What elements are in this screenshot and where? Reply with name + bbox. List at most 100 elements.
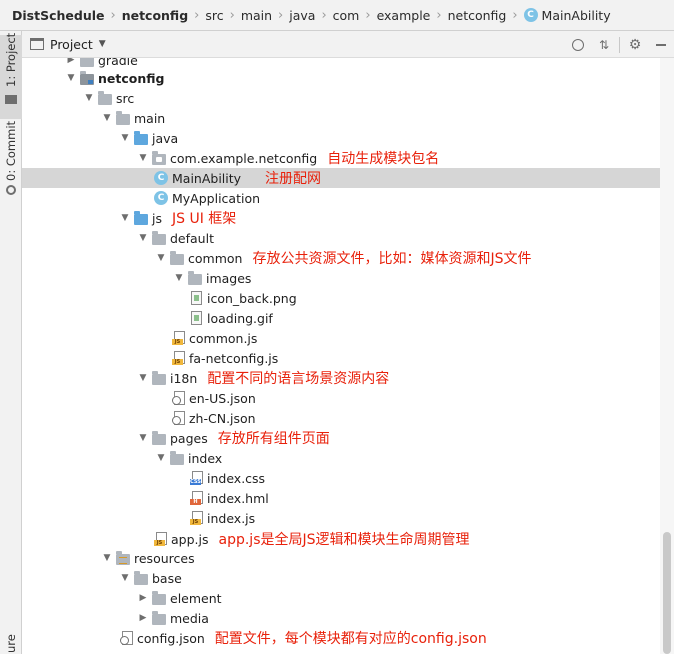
tree-row-main[interactable]: ▼ main xyxy=(22,108,660,128)
settings-button[interactable]: ⚙ xyxy=(622,31,648,58)
collapse-all-button[interactable]: ⇅ xyxy=(591,31,617,58)
chevron-right-icon[interactable]: ▶ xyxy=(136,593,150,603)
tree-row-src[interactable]: ▼ src xyxy=(22,88,660,108)
tree-row-default[interactable]: ▼ default xyxy=(22,228,660,248)
chevron-right-icon[interactable]: ▶ xyxy=(136,613,150,623)
tree-row-label: netconfig xyxy=(98,70,165,86)
annotation: 配置文件，每个模块都有对应的config.json xyxy=(214,631,487,647)
tree-row-myapplication[interactable]: C MyApplication xyxy=(22,188,660,208)
tree-row-common[interactable]: ▼ common 存放公共资源文件，比如：媒体资源和JS文件 xyxy=(22,248,660,268)
breadcrumb-item-module[interactable]: netconfig xyxy=(122,8,188,23)
window-icon xyxy=(30,38,44,50)
chevron-down-icon[interactable]: ▼ xyxy=(118,573,132,583)
breadcrumb-item-com[interactable]: com xyxy=(333,8,360,23)
tree-row-label: java xyxy=(152,130,179,146)
folder-icon xyxy=(188,270,202,285)
js-file-icon xyxy=(172,331,185,345)
chevron-down-icon[interactable]: ▼ xyxy=(136,153,150,163)
tree-row-label: MyApplication xyxy=(172,190,261,206)
tool-window-strip: 1: Project 0: Commit ure xyxy=(0,31,22,654)
tree-row-package[interactable]: ▼ com.example.netconfig 自动生成模块包名 xyxy=(22,148,660,168)
tree-row-index[interactable]: ▼ index xyxy=(22,448,660,468)
breadcrumb-item-netconfig[interactable]: netconfig xyxy=(448,8,507,23)
chevron-down-icon[interactable]: ▼ xyxy=(154,253,168,263)
chevron-right-icon[interactable]: ▶ xyxy=(64,58,78,65)
js-file-icon xyxy=(172,351,185,365)
toolbar-divider xyxy=(619,36,620,53)
chevron-right-icon: › xyxy=(512,7,518,23)
class-icon: C xyxy=(523,8,538,22)
tree-row-index-hml[interactable]: index.hml xyxy=(22,488,660,508)
tree-row-app-js[interactable]: app.js app.js是全局JS逻辑和模块生命周期管理 xyxy=(22,529,660,549)
folder-icon xyxy=(170,450,184,465)
tree-row-pages[interactable]: ▼ pages 存放所有组件页面 xyxy=(22,428,660,448)
structure-tool-tab[interactable]: ure xyxy=(0,629,22,654)
chevron-down-icon[interactable]: ▼ xyxy=(118,213,132,223)
tree-row-label: index xyxy=(188,450,223,466)
json-file-icon xyxy=(172,411,185,425)
tree-row-label: com.example.netconfig xyxy=(170,150,318,166)
tree-row-common-js[interactable]: common.js xyxy=(22,328,660,348)
tree-row-zh-cn[interactable]: zh-CN.json xyxy=(22,408,660,428)
tree-row-label: common.js xyxy=(189,330,258,346)
tree-row-netconfig[interactable]: ▼ netconfig xyxy=(22,68,660,88)
breadcrumb-item-example[interactable]: example xyxy=(377,8,431,23)
tree-row-index-js[interactable]: index.js xyxy=(22,508,660,528)
tree-row-en-us[interactable]: en-US.json xyxy=(22,388,660,408)
tree-row-loading[interactable]: loading.gif xyxy=(22,308,660,328)
tree-row-icon-back[interactable]: icon_back.png xyxy=(22,288,660,308)
chevron-right-icon: › xyxy=(194,7,200,23)
chevron-down-icon[interactable]: ▼ xyxy=(64,73,78,83)
chevron-down-icon[interactable]: ▼ xyxy=(136,233,150,243)
chevron-down-icon: ▼ xyxy=(98,39,106,49)
chevron-down-icon[interactable]: ▼ xyxy=(136,373,150,383)
breadcrumb-item-main[interactable]: main xyxy=(241,8,272,23)
tree-row-label: pages xyxy=(170,430,208,446)
tree-row-label: MainAbility xyxy=(172,170,242,186)
commit-icon xyxy=(6,185,16,195)
gear-icon: ⚙ xyxy=(628,36,642,53)
chevron-down-icon[interactable]: ▼ xyxy=(154,453,168,463)
chevron-down-icon[interactable]: ▼ xyxy=(136,433,150,443)
commit-tool-tab[interactable]: 0: Commit xyxy=(0,121,22,197)
source-folder-icon xyxy=(134,210,148,225)
tree-row-base[interactable]: ▼ base xyxy=(22,568,660,588)
folder-icon xyxy=(134,570,148,585)
tree-row-config-json[interactable]: config.json 配置文件，每个模块都有对应的config.json xyxy=(22,628,660,648)
class-icon: C xyxy=(154,191,168,205)
tree-row-fa-netconfig[interactable]: fa-netconfig.js xyxy=(22,348,660,368)
breadcrumb-item-src[interactable]: src xyxy=(205,8,223,23)
chevron-down-icon[interactable]: ▼ xyxy=(100,553,114,563)
tree-row-partial[interactable]: ▶ xyxy=(22,648,660,654)
tree-row-mainability[interactable]: C MainAbility 注册配网 xyxy=(22,168,660,188)
hide-button[interactable] xyxy=(648,31,674,58)
project-tool-tab[interactable]: 1: Project xyxy=(0,32,22,119)
folder-icon xyxy=(98,90,112,105)
annotation: app.js是全局JS逻辑和模块生命周期管理 xyxy=(218,532,470,548)
tree-row-media[interactable]: ▶ media xyxy=(22,608,660,628)
chevron-right-icon: › xyxy=(110,7,116,23)
tree-row-index-css[interactable]: index.css xyxy=(22,468,660,488)
resources-folder-icon xyxy=(116,550,130,565)
tree-row-element[interactable]: ▶ element xyxy=(22,588,660,608)
tree-row-images[interactable]: ▼ images xyxy=(22,268,660,288)
project-tab-label: 1: Project xyxy=(4,32,18,87)
breadcrumb-item-class[interactable]: MainAbility xyxy=(542,8,611,23)
tree-row-java[interactable]: ▼ java xyxy=(22,128,660,148)
vertical-scrollbar[interactable] xyxy=(660,58,674,654)
chevron-down-icon[interactable]: ▼ xyxy=(82,93,96,103)
breadcrumb-item-java[interactable]: java xyxy=(289,8,315,23)
view-selector[interactable]: Project ▼ xyxy=(30,37,106,52)
json-file-icon xyxy=(120,631,133,645)
project-tree: ▶ gradle ▼ netconfig ▼ src ▼ main ▼ java… xyxy=(22,58,660,654)
tree-row-js[interactable]: ▼ js JS UI 框架 xyxy=(22,208,660,228)
chevron-down-icon[interactable]: ▼ xyxy=(172,273,186,283)
tree-row-i18n[interactable]: ▼ i18n 配置不同的语言场景资源内容 xyxy=(22,368,660,388)
tree-row-resources[interactable]: ▼ resources xyxy=(22,548,660,568)
breadcrumb-item-project[interactable]: DistSchedule xyxy=(12,8,104,23)
chevron-down-icon[interactable]: ▼ xyxy=(118,133,132,143)
chevron-down-icon[interactable]: ▼ xyxy=(100,113,114,123)
scrollbar-thumb[interactable] xyxy=(663,532,671,654)
folder-icon xyxy=(80,58,94,67)
locate-button[interactable] xyxy=(565,31,591,58)
